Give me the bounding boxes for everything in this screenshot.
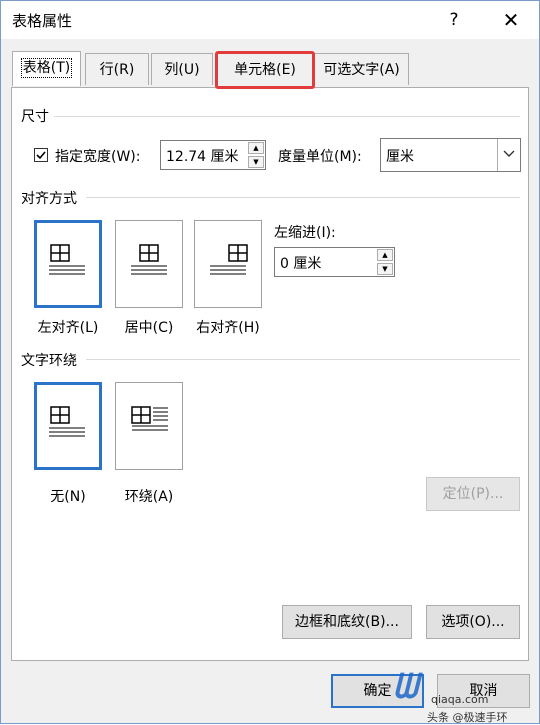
width-value: 12.74 厘米 xyxy=(166,149,239,165)
borders-shading-button[interactable]: 边框和底纹(B)... xyxy=(282,605,412,639)
width-label: 指定宽度(W): xyxy=(55,149,141,165)
align-left-option[interactable] xyxy=(34,220,102,308)
help-icon[interactable]: ? xyxy=(441,7,467,33)
alignment-heading: 对齐方式 xyxy=(21,191,77,207)
watermark-caption: 头条 @极速手环 xyxy=(427,711,508,724)
close-icon[interactable]: ✕ xyxy=(497,7,525,33)
indent-label: 左缩进(I): xyxy=(274,225,336,241)
tab-table[interactable]: 表格(T) xyxy=(12,51,81,86)
tab-table-label: 表格(T) xyxy=(20,58,73,78)
wrap-around-label: 环绕(A) xyxy=(124,489,174,505)
indent-stepper[interactable]: 0 厘米 ▲ ▼ xyxy=(274,247,395,277)
size-heading: 尺寸 xyxy=(21,109,49,125)
cell-tab-highlight xyxy=(215,51,315,89)
width-up-arrow-icon[interactable]: ▲ xyxy=(248,142,264,154)
width-stepper[interactable]: 12.74 厘米 ▲ ▼ xyxy=(160,140,266,170)
width-down-arrow-icon[interactable]: ▼ xyxy=(248,156,264,168)
positioning-button[interactable]: 定位(P)... xyxy=(426,477,520,511)
alignment-separator xyxy=(86,197,520,198)
unit-value: 厘米 xyxy=(386,149,414,165)
unit-select[interactable]: 厘米 xyxy=(380,138,521,172)
align-right-icon xyxy=(210,244,248,275)
options-button[interactable]: 选项(O)... xyxy=(426,605,520,639)
watermark-site-text: qiaqa.com xyxy=(431,693,489,706)
dialog-title: 表格属性 xyxy=(12,12,73,30)
indent-stepper-buttons: ▲ ▼ xyxy=(377,249,393,275)
width-checkbox[interactable] xyxy=(34,148,48,162)
wrapping-heading: 文字环绕 xyxy=(21,353,77,369)
watermark-logo-mark: ᗯ xyxy=(393,667,418,707)
wrapping-separator xyxy=(86,359,520,360)
tab-column[interactable]: 列(U) xyxy=(151,53,213,85)
wrap-around-option[interactable] xyxy=(115,382,183,470)
wrap-none-option[interactable] xyxy=(34,382,102,470)
table-properties-dialog: 表格属性 ? ✕ 表格(T) 行(R) 列(U) 单元格(E) 可选文字(A) … xyxy=(0,0,540,724)
tab-panel: 尺寸 指定宽度(W): 12.74 厘米 ▲ ▼ 度量单位(M): 厘米 对齐方… xyxy=(11,87,529,661)
chevron-down-icon xyxy=(497,139,520,171)
check-icon xyxy=(36,151,46,160)
title-bar: 表格属性 ? ✕ xyxy=(1,1,539,39)
wrap-none-label: 无(N) xyxy=(50,489,86,505)
watermark-logo: ᗯ qiaqa.com 头条 @极速手环 xyxy=(393,665,539,725)
align-right-label: 右对齐(H) xyxy=(196,320,260,336)
align-center-icon xyxy=(131,244,167,275)
indent-down-arrow-icon[interactable]: ▼ xyxy=(377,263,393,275)
align-left-icon xyxy=(49,244,85,275)
tab-row[interactable]: 行(R) xyxy=(85,53,149,85)
tab-row-label: 行(R) xyxy=(99,62,135,78)
tab-column-label: 列(U) xyxy=(164,62,200,78)
wrap-none-icon xyxy=(49,406,85,437)
align-center-label: 居中(C) xyxy=(124,320,174,336)
tab-alt-text-label: 可选文字(A) xyxy=(323,62,400,78)
width-stepper-buttons: ▲ ▼ xyxy=(248,142,264,168)
indent-up-arrow-icon[interactable]: ▲ xyxy=(377,249,393,261)
align-left-label: 左对齐(L) xyxy=(37,320,99,336)
align-right-option[interactable] xyxy=(194,220,262,308)
indent-value: 0 厘米 xyxy=(280,256,322,272)
unit-label: 度量单位(M): xyxy=(278,149,362,165)
wrap-around-icon xyxy=(131,406,168,431)
size-separator xyxy=(54,116,520,117)
align-center-option[interactable] xyxy=(115,220,183,308)
tab-alt-text[interactable]: 可选文字(A) xyxy=(314,53,409,85)
